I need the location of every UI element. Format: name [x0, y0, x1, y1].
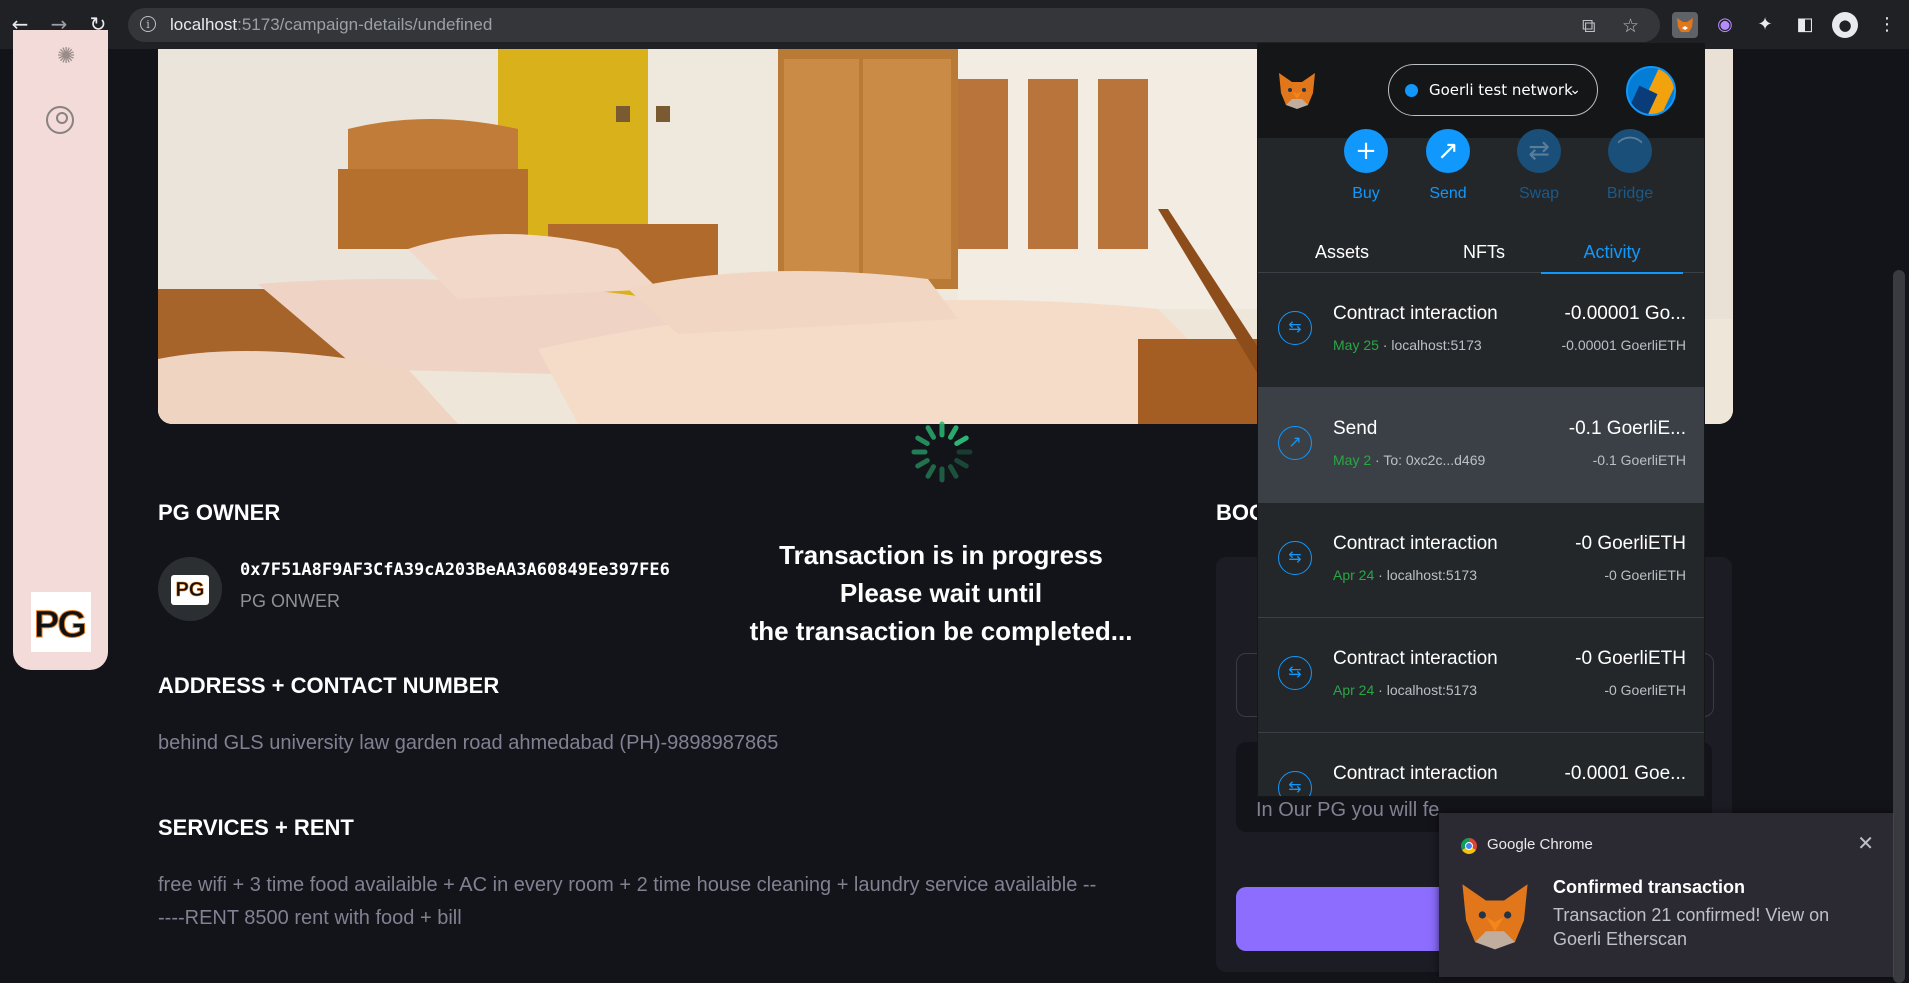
activity-item[interactable]: ⇆ Contract interaction -0.0001 Goe...	[1258, 733, 1704, 796]
chevron-down-icon: ⌄	[1569, 82, 1581, 98]
chrome-logo-icon	[1461, 838, 1477, 854]
owner-role: PG ONWER	[240, 591, 341, 611]
menu-kebab-icon[interactable]: ⋮	[1874, 12, 1900, 38]
owner-address: 0x7F51A8F9AF3CfA39cA203BeAA3A60849Ee397F…	[240, 560, 670, 580]
buy-button[interactable]: + Buy	[1321, 129, 1411, 203]
plus-icon: +	[1344, 129, 1388, 173]
side-panel-icon[interactable]: ◧	[1792, 12, 1818, 38]
network-selector[interactable]: Goerli test network ⌄	[1388, 64, 1598, 116]
nav-icon[interactable]: ✺	[57, 44, 75, 69]
metamask-popup: Goerli test network ⌄ + Buy ↗ Send ⇄ Swa…	[1257, 43, 1705, 797]
interaction-icon: ⇆	[1278, 771, 1312, 796]
site-info-icon[interactable]: i	[140, 16, 156, 32]
account-avatar[interactable]	[1626, 66, 1676, 116]
interaction-icon: ⇆	[1278, 656, 1312, 690]
extensions-puzzle-icon[interactable]: ✦	[1752, 12, 1778, 38]
metamask-fox-icon	[1276, 69, 1318, 115]
profile-icon[interactable]: ●	[1832, 12, 1858, 38]
metamask-tabs: Assets NFTs Activity	[1258, 232, 1704, 274]
owner-avatar: PG	[158, 557, 222, 621]
services-heading: SERVICES + RENT	[158, 815, 354, 840]
services-text: free wifi + 3 time food availaible + AC …	[158, 874, 1097, 929]
notification-message: Transaction 21 confirmed! View on Goerli…	[1553, 905, 1830, 949]
loading-spinner	[910, 420, 974, 484]
interaction-icon: ⇆	[1278, 311, 1312, 345]
owner-heading: PG OWNER	[158, 500, 281, 525]
address-bar[interactable]: i localhost:5173/campaign-details/undefi…	[128, 8, 1660, 42]
page-scrollbar[interactable]	[1893, 270, 1905, 983]
notification-title: Confirmed transaction	[1553, 877, 1746, 897]
transaction-progress-message: Transaction is in progress Please wait u…	[749, 540, 1133, 646]
notification-source: Google Chrome	[1487, 836, 1593, 853]
activity-item[interactable]: ⇆ Contract interaction Apr 24 · localhos…	[1258, 618, 1704, 733]
sidebar: ✺ PG	[13, 30, 108, 670]
activity-item[interactable]: ⇆ Contract interaction Apr 24 · localhos…	[1258, 503, 1704, 618]
activity-item[interactable]: ⇆ Contract interaction May 25 · localhos…	[1258, 273, 1704, 388]
swap-icon: ⇄	[1517, 129, 1561, 173]
address-heading: ADDRESS + CONTACT NUMBER	[158, 673, 500, 698]
tab-activity[interactable]: Activity	[1541, 232, 1683, 274]
bridge-button[interactable]: ⌒ Bridge	[1585, 129, 1675, 203]
network-dot-icon	[1405, 84, 1418, 97]
browser-toolbar: ← → ↻ i localhost:5173/campaign-details/…	[0, 0, 1909, 49]
tab-nfts[interactable]: NFTs	[1413, 232, 1555, 272]
metamask-header: Goerli test network ⌄	[1258, 44, 1704, 138]
share-icon[interactable]: ⧉	[1582, 15, 1596, 37]
address-text: behind GLS university law garden road ah…	[158, 732, 779, 754]
extension-icon[interactable]: ◉	[1712, 12, 1738, 38]
metamask-extension-icon[interactable]	[1672, 12, 1698, 38]
metamask-fox-icon	[1457, 877, 1533, 957]
send-icon: ↗	[1278, 426, 1312, 460]
bridge-icon: ⌒	[1608, 129, 1652, 173]
star-icon[interactable]: ☆	[1622, 15, 1639, 37]
activity-item[interactable]: ↗ Send May 2 · To: 0xc2c...d469 -0.1 Goe…	[1258, 388, 1704, 503]
send-button[interactable]: ↗ Send	[1403, 129, 1493, 203]
profile-nav-icon[interactable]	[46, 106, 74, 134]
interaction-icon: ⇆	[1278, 541, 1312, 575]
arrow-up-right-icon: ↗	[1426, 129, 1470, 173]
tab-assets[interactable]: Assets	[1271, 232, 1413, 272]
pg-logo[interactable]: PG	[31, 592, 91, 652]
close-icon[interactable]: ✕	[1857, 831, 1874, 855]
chrome-notification[interactable]: Google Chrome ✕ Confirmed transaction Tr…	[1439, 813, 1894, 977]
swap-button[interactable]: ⇄ Swap	[1494, 129, 1584, 203]
url-text[interactable]: localhost:5173/campaign-details/undefine…	[170, 15, 492, 35]
